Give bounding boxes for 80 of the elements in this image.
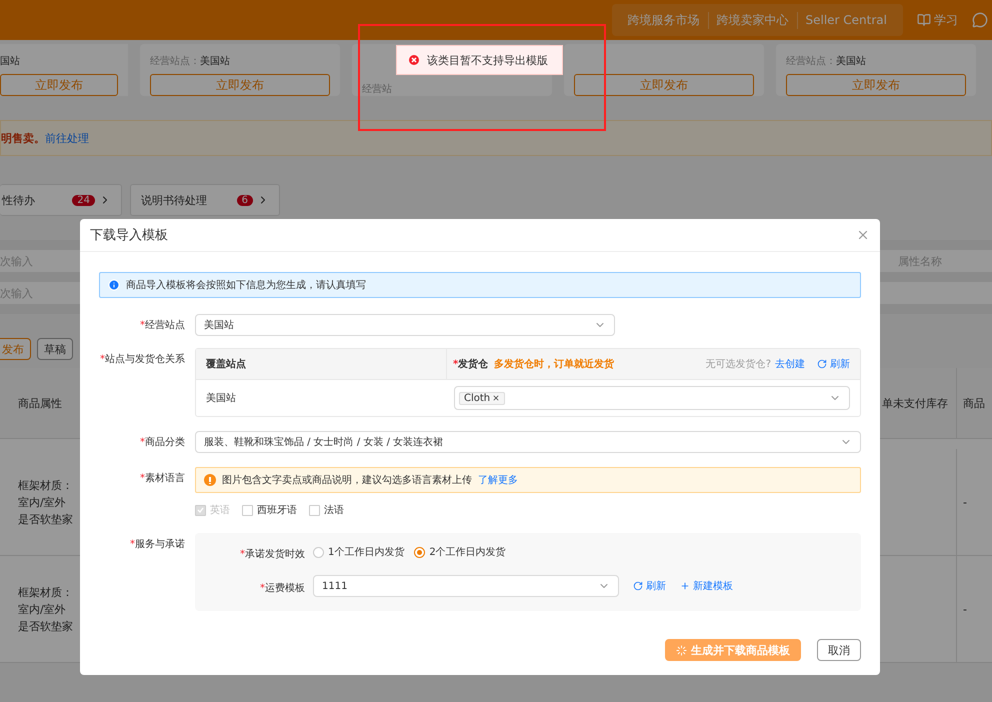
count-badge: 24 [72,194,95,206]
refresh-icon [817,359,827,369]
toast-message: 该类目暂不支持导出模版 [427,52,548,68]
field-label: *站点与发货仓关系 [99,352,185,367]
chat-icon[interactable] [972,12,988,28]
learn-more-link[interactable]: 了解更多 [478,473,518,487]
required-mark: * [130,539,135,550]
publish-button[interactable]: 立即发布 [574,74,754,96]
info-text: 商品导入模板将会按照如下信息为您生成，请认真填写 [126,278,366,292]
field-label: *承诺发货时效 [239,548,305,561]
publish-button[interactable]: 立即发布 [0,74,118,96]
remove-icon[interactable] [492,394,500,402]
create-link[interactable]: 去创建 [775,357,805,371]
required-mark: * [260,583,265,594]
site-line: 国站 [0,54,20,68]
close-icon[interactable] [856,228,870,242]
nav-link[interactable]: 跨境服务市场 [620,12,708,28]
publish-button[interactable]: 立即发布 [150,74,330,96]
info-icon [108,279,120,291]
site-select[interactable]: 美国站 [195,314,615,336]
table-header-cell: 商品 [956,368,992,438]
check-icon [197,507,204,513]
column-header: *发货仓 多发货仓时，订单就近发货 [453,358,614,371]
todo-tab[interactable]: 性待办 24 [0,184,122,216]
notice-link[interactable]: 前往处理 [45,130,89,146]
field-label: *商品分类 [139,436,185,450]
generate-button[interactable]: 生成并下载商品模板 [665,639,801,661]
nav-link[interactable]: Seller Central [798,13,895,27]
count-badge: 6 [236,194,253,206]
shipping-radio[interactable]: 2个工作日内发货 [414,545,506,559]
table-cell-text: 美国站 [205,392,237,405]
new-template-button[interactable]: 新建模板 [680,579,733,593]
required-mark: * [140,320,145,331]
learn-link[interactable]: 学习 [917,12,958,28]
field-label: *经营站点 [139,318,185,333]
site-line: 经营站点：美国站 [150,54,230,68]
column-header: 覆盖站点 [205,357,247,371]
refresh-icon [633,581,643,591]
language-checkbox[interactable]: 法语 [309,503,344,517]
refresh-button[interactable]: 刷新 [633,579,666,593]
action-button[interactable]: 草稿 [37,338,73,360]
required-mark: * [140,437,145,448]
field-label: *素材语言 [139,472,185,486]
required-mark: * [100,354,105,365]
table-cell-text: 框架材质： 室内/室外 是否软垫家 [17,584,74,634]
table-header-cell-text: 商品属性 [17,396,63,412]
error-icon [409,55,419,65]
field-label: *运费模板 [259,582,305,595]
field-label: *服务与承诺 [129,538,185,552]
todo-label: 说明书待处理 [141,192,207,208]
table-cell: - [956,449,992,555]
category-select[interactable]: 服装、鞋靴和珠宝饰品 / 女士时尚 / 女装 / 女装连衣裙 [195,431,861,453]
table-cell-text: 框架材质： 室内/室外 是否软垫家 [17,478,74,528]
freight-select[interactable]: 1111 [313,575,619,597]
site-line: 经营站 [362,82,392,96]
nav-link[interactable]: 跨境卖家中心 [708,12,798,28]
required-mark: * [140,473,145,484]
warehouse-tag: Cloth [459,392,506,404]
publish-button[interactable]: 立即发布 [786,74,966,96]
modal-title: 下载导入模板 [90,227,168,244]
warning-text: 图片包含文字卖点或商品说明，建议勾选多语言素材上传 [222,474,472,487]
spinner-icon [676,644,687,656]
required-mark: * [453,359,458,370]
shipping-radio[interactable]: 1个工作日内发货 [313,545,404,559]
required-mark: * [240,549,245,560]
action-button[interactable]: 发布 [0,338,31,360]
todo-tab[interactable]: 说明书待处理 6 [130,184,280,216]
hint-text: 无可选发货仓? [706,358,771,371]
table-header-cell: 单未支付库存 [882,396,948,410]
warning-icon [204,474,216,486]
cancel-button[interactable]: 取消 [817,639,861,661]
book-icon [917,13,931,27]
language-checkbox[interactable]: 西班牙语 [242,503,297,517]
notice-text: 明售卖。 [1,130,45,146]
refresh-button[interactable]: 刷新 [817,357,850,371]
table-cell: - [956,556,992,662]
site-line: 经营站点：美国站 [786,54,866,68]
warehouse-select[interactable]: Cloth [454,386,850,410]
plus-icon [680,581,690,591]
todo-label: 性待办 [2,192,35,208]
